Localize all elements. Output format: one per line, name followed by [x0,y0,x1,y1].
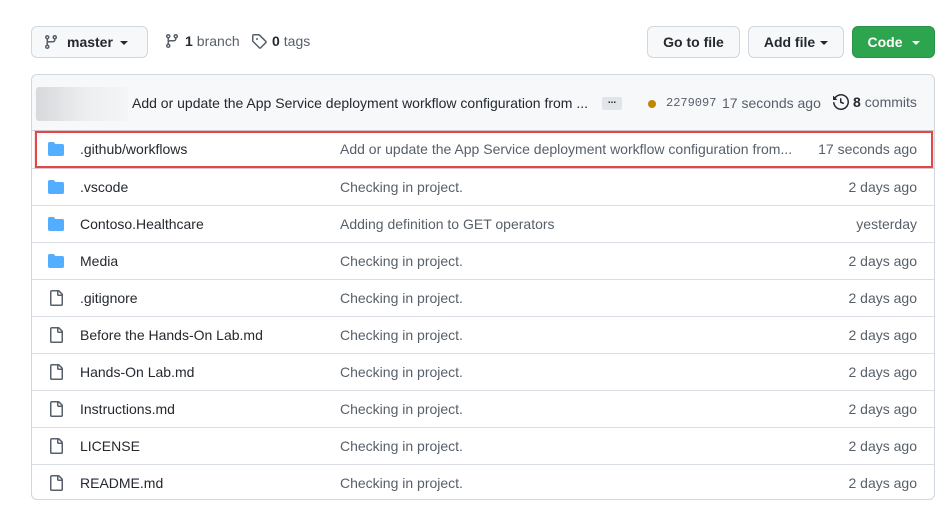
file-browser: Add or update the App Service deployment… [31,74,935,500]
commit-age: 2 days ago [848,290,918,306]
commit-message-link[interactable]: Checking in project. [340,253,463,269]
file-name-link[interactable]: .vscode [80,179,128,195]
commits-label: commits [864,94,917,110]
folder-row[interactable]: Contoso.Healthcare Adding definition to G… [32,205,934,242]
commit-age: 17 seconds ago [818,141,917,157]
folder-row[interactable]: .github/workflows Add or update the App S… [32,131,934,168]
commit-message-link[interactable]: Checking in project. [340,401,463,417]
commit-age: 2 days ago [848,401,918,417]
commit-age: 2 days ago [848,327,918,343]
branch-select-button[interactable]: master [31,26,148,58]
folder-row[interactable]: .vscode Checking in project. 2 days ago [32,168,934,205]
branches-link[interactable]: 1 branch [164,33,240,49]
file-name-link[interactable]: LICENSE [80,438,140,454]
commit-age: 2 days ago [848,438,918,454]
file-name-link[interactable]: .gitignore [80,290,138,306]
commit-message-link[interactable]: Checking in project. [340,364,463,380]
commit-message-link[interactable]: Checking in project. [340,290,463,306]
add-file-button[interactable]: Add file [748,26,844,58]
repo-toolbar: master 1 branch 0 tags Go to file Add fi… [0,0,947,75]
file-name-link[interactable]: Hands-On Lab.md [80,364,194,380]
commit-sha[interactable]: 2279097 [666,96,716,110]
git-branch-icon [165,34,178,49]
go-to-file-button[interactable]: Go to file [647,26,740,58]
commit-message-link[interactable]: Checking in project. [340,179,463,195]
file-name-link[interactable]: README.md [80,475,163,491]
commit-age: 2 days ago [848,475,918,491]
folder-icon [48,216,64,232]
tags-count: 0 [272,33,280,49]
code-label: Code [867,34,903,50]
history-icon [833,94,849,110]
commit-age: 2 days ago [848,253,918,269]
file-icon [48,290,64,306]
file-name-link[interactable]: Media [80,253,118,269]
commit-message-link[interactable]: Checking in project. [340,475,463,491]
git-branch-icon [44,35,57,50]
commit-message-link[interactable]: Checking in project. [340,438,463,454]
latest-commit-message[interactable]: Add or update the App Service deployment… [132,95,588,111]
branches-label: branch [196,33,240,49]
file-row[interactable]: LICENSE Checking in project. 2 days ago [32,427,934,464]
expand-commit-message-button[interactable]: ... [602,96,622,110]
file-icon [48,327,64,343]
file-row[interactable]: README.md Checking in project. 2 days ago [32,464,934,499]
commit-message-link[interactable]: Add or update the App Service deployment… [340,141,792,157]
folder-icon [48,141,64,157]
code-button[interactable]: Code [852,26,935,58]
file-row[interactable]: Hands-On Lab.md Checking in project. 2 day… [32,353,934,390]
branches-count: 1 [185,33,193,49]
chevron-down-icon [911,41,920,45]
file-name-link[interactable]: Instructions.md [80,401,175,417]
file-icon [48,438,64,454]
add-file-label: Add file [763,34,816,50]
file-icon [48,364,64,380]
branch-name: master [67,34,113,50]
latest-commit-bar: Add or update the App Service deployment… [32,75,934,131]
commits-count: 8 [853,94,861,110]
commits-history-link[interactable]: 8 commits [833,94,917,110]
chevron-down-icon [119,41,128,45]
file-icon [48,475,64,491]
file-row[interactable]: Instructions.md Checking in project. 2 day… [32,390,934,427]
file-row[interactable]: .gitignore Checking in project. 2 days ago [32,279,934,316]
folder-icon [48,179,64,195]
file-row[interactable]: Before the Hands-On Lab.md Checking in pr… [32,316,934,353]
commit-age: 2 days ago [848,364,918,380]
commit-message-link[interactable]: Adding definition to GET operators [340,216,555,232]
chevron-down-icon [820,41,829,45]
file-name-link[interactable]: .github/workflows [80,141,187,157]
commit-age: yesterday [856,216,917,232]
latest-commit-age: 17 seconds ago [722,95,821,111]
folder-icon [48,253,64,269]
status-pending-icon[interactable] [648,100,656,108]
tags-link[interactable]: 0 tags [251,33,310,49]
commit-age: 2 days ago [848,179,918,195]
tags-label: tags [283,33,311,49]
tag-icon [252,34,267,49]
file-icon [48,401,64,417]
file-name-link[interactable]: Contoso.Healthcare [80,216,204,232]
commit-message-link[interactable]: Checking in project. [340,327,463,343]
file-name-link[interactable]: Before the Hands-On Lab.md [80,327,263,343]
folder-row[interactable]: Media Checking in project. 2 days ago [32,242,934,279]
avatar[interactable] [36,87,128,121]
